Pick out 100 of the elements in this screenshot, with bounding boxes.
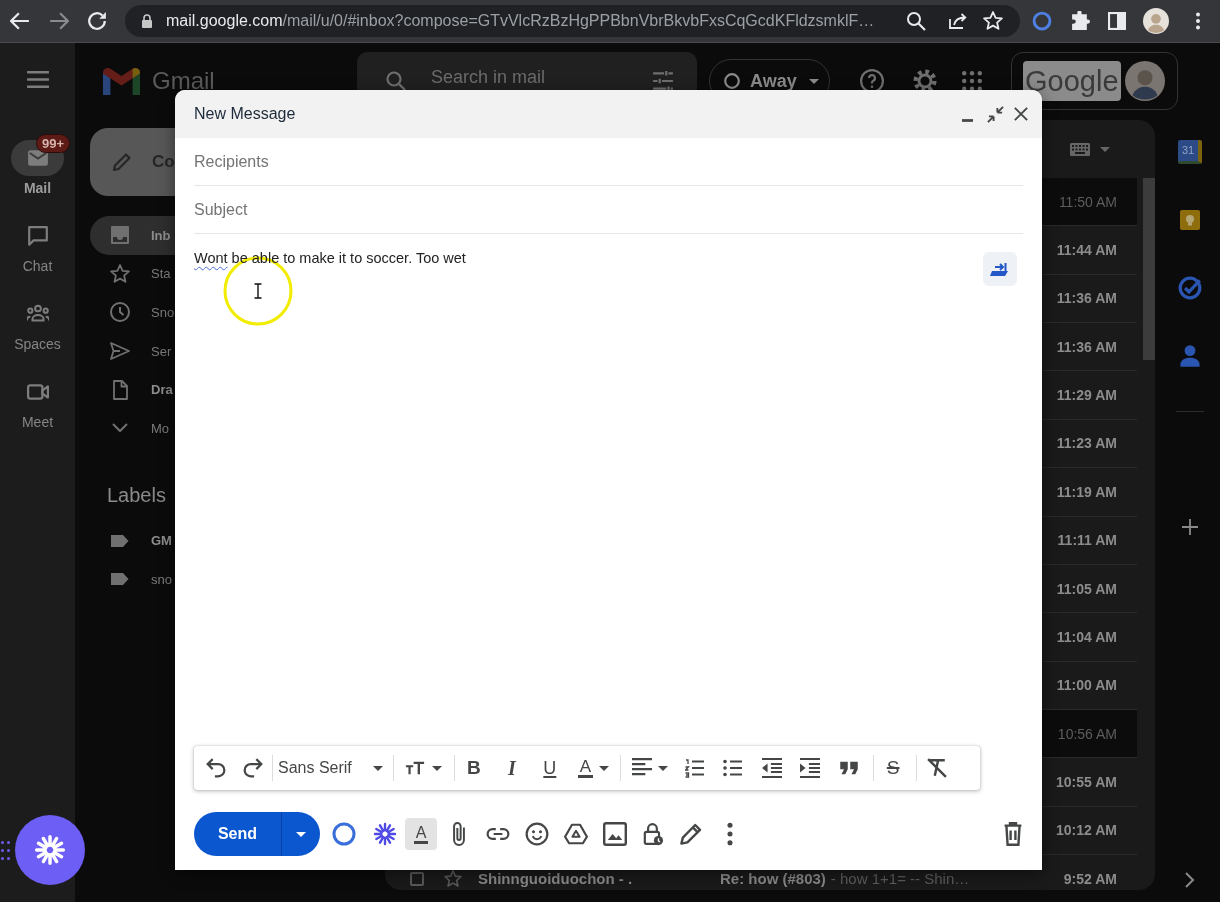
clear-formatting-icon[interactable] [927, 758, 948, 778]
bulleted-list-icon[interactable] [723, 758, 744, 778]
caret-icon [431, 765, 442, 771]
people-icon [26, 304, 49, 324]
scrollbar[interactable] [1143, 178, 1155, 360]
filter-sliders-icon[interactable] [652, 70, 674, 92]
more-vertical-icon[interactable] [1195, 12, 1201, 30]
settings-icon[interactable] [913, 69, 937, 93]
ring-icon[interactable] [332, 822, 356, 846]
subject-field[interactable]: Subject [194, 186, 1023, 233]
chevron-right-icon[interactable] [1185, 872, 1195, 888]
unread-count-badge: 99+ [36, 134, 71, 153]
back-arrow-icon[interactable] [10, 11, 30, 31]
search-icon[interactable] [386, 71, 406, 91]
send-options-button[interactable] [281, 812, 320, 856]
caret-icon [658, 765, 669, 771]
menu-icon[interactable] [26, 71, 49, 88]
reload-icon[interactable] [87, 11, 107, 31]
trash-icon[interactable] [1003, 822, 1023, 846]
rail-label: Spaces [14, 336, 61, 352]
address-bar[interactable]: mail.google.com/mail/u/0/#inbox?compose=GTvVlcRzBzHgPPBbnVbrBkvbFxsCqGcdKFldzsmklF… [125, 5, 1020, 37]
person-icon[interactable] [1178, 344, 1202, 368]
indent-less-icon[interactable] [762, 758, 783, 778]
bold-button[interactable]: B [463, 756, 484, 780]
redo-icon[interactable] [243, 758, 263, 778]
numbered-list-icon[interactable] [685, 758, 706, 778]
align-dropdown[interactable] [632, 758, 669, 778]
smiley-icon[interactable] [525, 822, 549, 846]
time-text: 11:23 AM [1056, 435, 1117, 452]
nav-item[interactable]: Dra [90, 370, 175, 409]
label-item[interactable]: sno [90, 560, 175, 599]
image-icon[interactable] [603, 822, 627, 846]
rail-label: Mail [23, 180, 52, 196]
avatar-icon[interactable] [1143, 8, 1169, 34]
input-tools-button[interactable] [1070, 142, 1110, 156]
time-text: 11:36 AM [1056, 290, 1117, 307]
side-panel-icon[interactable] [1108, 12, 1126, 30]
label-name: sno [151, 571, 172, 587]
tag-icon [110, 533, 130, 548]
drag-handle-icon[interactable] [1, 841, 10, 860]
caret-icon [296, 831, 306, 837]
time-text: 11:44 AM [1056, 242, 1117, 259]
clock-icon [110, 302, 130, 323]
time-text: 10:12 AM [1056, 822, 1117, 839]
drive-triangle-icon[interactable] [564, 822, 588, 846]
nav-label: Sno [151, 305, 175, 320]
share-icon[interactable] [948, 11, 968, 31]
chat-bubble-icon [26, 226, 49, 246]
search-icon[interactable] [906, 11, 926, 31]
avatar-icon[interactable] [1125, 61, 1165, 101]
apps-grid-icon[interactable] [962, 71, 982, 91]
time-text: 10:56 AM [1057, 725, 1117, 742]
nav-item[interactable]: Sta [90, 254, 175, 294]
recipients-field[interactable]: Recipients [194, 138, 1023, 185]
italic-button[interactable]: I [501, 756, 522, 780]
calendar-button[interactable]: 31 [1178, 140, 1202, 164]
caret-icon [1100, 146, 1110, 152]
plus-icon[interactable] [1182, 519, 1198, 535]
minimize-icon[interactable] [962, 118, 973, 122]
lightbulb-note-icon[interactable] [1178, 208, 1202, 232]
label-item[interactable]: GM [90, 521, 175, 561]
indent-more-icon[interactable] [800, 758, 821, 778]
url-text: mail.google.com/mail/u/0/#inbox?compose=GTvVlcRzBzHgPPBbnVbrBkvbFxsCqGcdKFldzsmklF… [166, 12, 875, 30]
keyboard-icon [1070, 142, 1090, 156]
time-text: 11:05 AM [1056, 580, 1117, 597]
nav-item[interactable]: Sno [90, 293, 175, 332]
nav-item[interactable]: Inb [90, 216, 175, 255]
rail-label: Chat [22, 258, 53, 274]
nav-item[interactable]: Mo [90, 408, 175, 448]
help-icon[interactable] [860, 69, 884, 93]
formatting-toggle[interactable]: A [405, 818, 437, 850]
time-text: 9:52 AM [1063, 870, 1117, 887]
sparkle-icon[interactable] [373, 822, 397, 846]
undo-icon[interactable] [206, 758, 226, 778]
lock-icon [141, 14, 153, 28]
nav-label: Inb [151, 227, 171, 243]
star-icon[interactable] [444, 869, 462, 888]
time-text: 11:00 AM [1056, 677, 1117, 694]
tag-icon [110, 572, 130, 587]
nav-label: Mo [151, 420, 170, 436]
check-circle-icon[interactable] [1178, 276, 1202, 300]
exit-fullscreen-icon[interactable] [987, 105, 1004, 123]
puzzle-piece-icon[interactable] [1070, 11, 1090, 31]
nav-label: Dra [151, 382, 173, 398]
pen-icon[interactable] [679, 822, 703, 846]
search-field[interactable]: Search in mail [431, 66, 611, 88]
time-text: 10:55 AM [1056, 774, 1117, 790]
ring-icon [724, 73, 740, 89]
underline-button[interactable]: U [539, 756, 560, 780]
sparkle-icon [34, 834, 66, 866]
text-color-dropdown[interactable]: A [577, 756, 610, 780]
sender-name: Shinnguoiduochon - . [478, 870, 634, 888]
ring-icon[interactable] [1032, 11, 1052, 31]
pencil-icon [112, 152, 132, 172]
nav-item[interactable]: Ser [90, 331, 175, 371]
lock-clock-icon[interactable] [641, 822, 665, 846]
send-button[interactable]: Send [194, 812, 281, 856]
font-dropdown[interactable]: Sans Serif [278, 759, 387, 777]
strikethrough-button[interactable]: S [883, 756, 904, 780]
close-icon[interactable] [1014, 107, 1028, 121]
